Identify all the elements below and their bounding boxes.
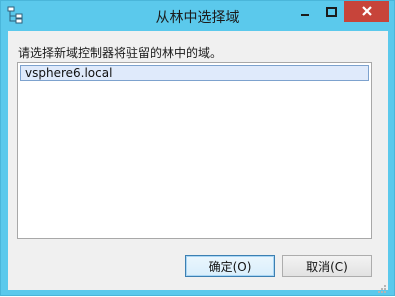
cancel-button[interactable]: 取消(C) <box>282 255 372 277</box>
dialog-window: 从林中选择域 请选择新域控制器将驻留的林中的域。 vsphere6.local … <box>0 0 395 296</box>
close-icon <box>361 2 373 21</box>
domain-list[interactable]: vsphere6.local <box>17 62 372 239</box>
resize-grip-icon[interactable] <box>376 278 386 293</box>
maximize-icon <box>325 2 337 21</box>
maximize-button[interactable] <box>318 1 344 22</box>
prompt-label: 请选择新域控制器将驻留的林中的域。 <box>18 46 223 60</box>
list-item-domain[interactable]: vsphere6.local <box>20 65 369 81</box>
minimize-icon <box>300 2 310 21</box>
dialog-body: 请选择新域控制器将驻留的林中的域。 vsphere6.local 确定(O) 取… <box>8 31 388 293</box>
close-button[interactable] <box>344 1 389 22</box>
minimize-button[interactable] <box>291 1 318 22</box>
title-bar[interactable]: 从林中选择域 <box>1 1 394 31</box>
ok-button[interactable]: 确定(O) <box>185 255 275 277</box>
